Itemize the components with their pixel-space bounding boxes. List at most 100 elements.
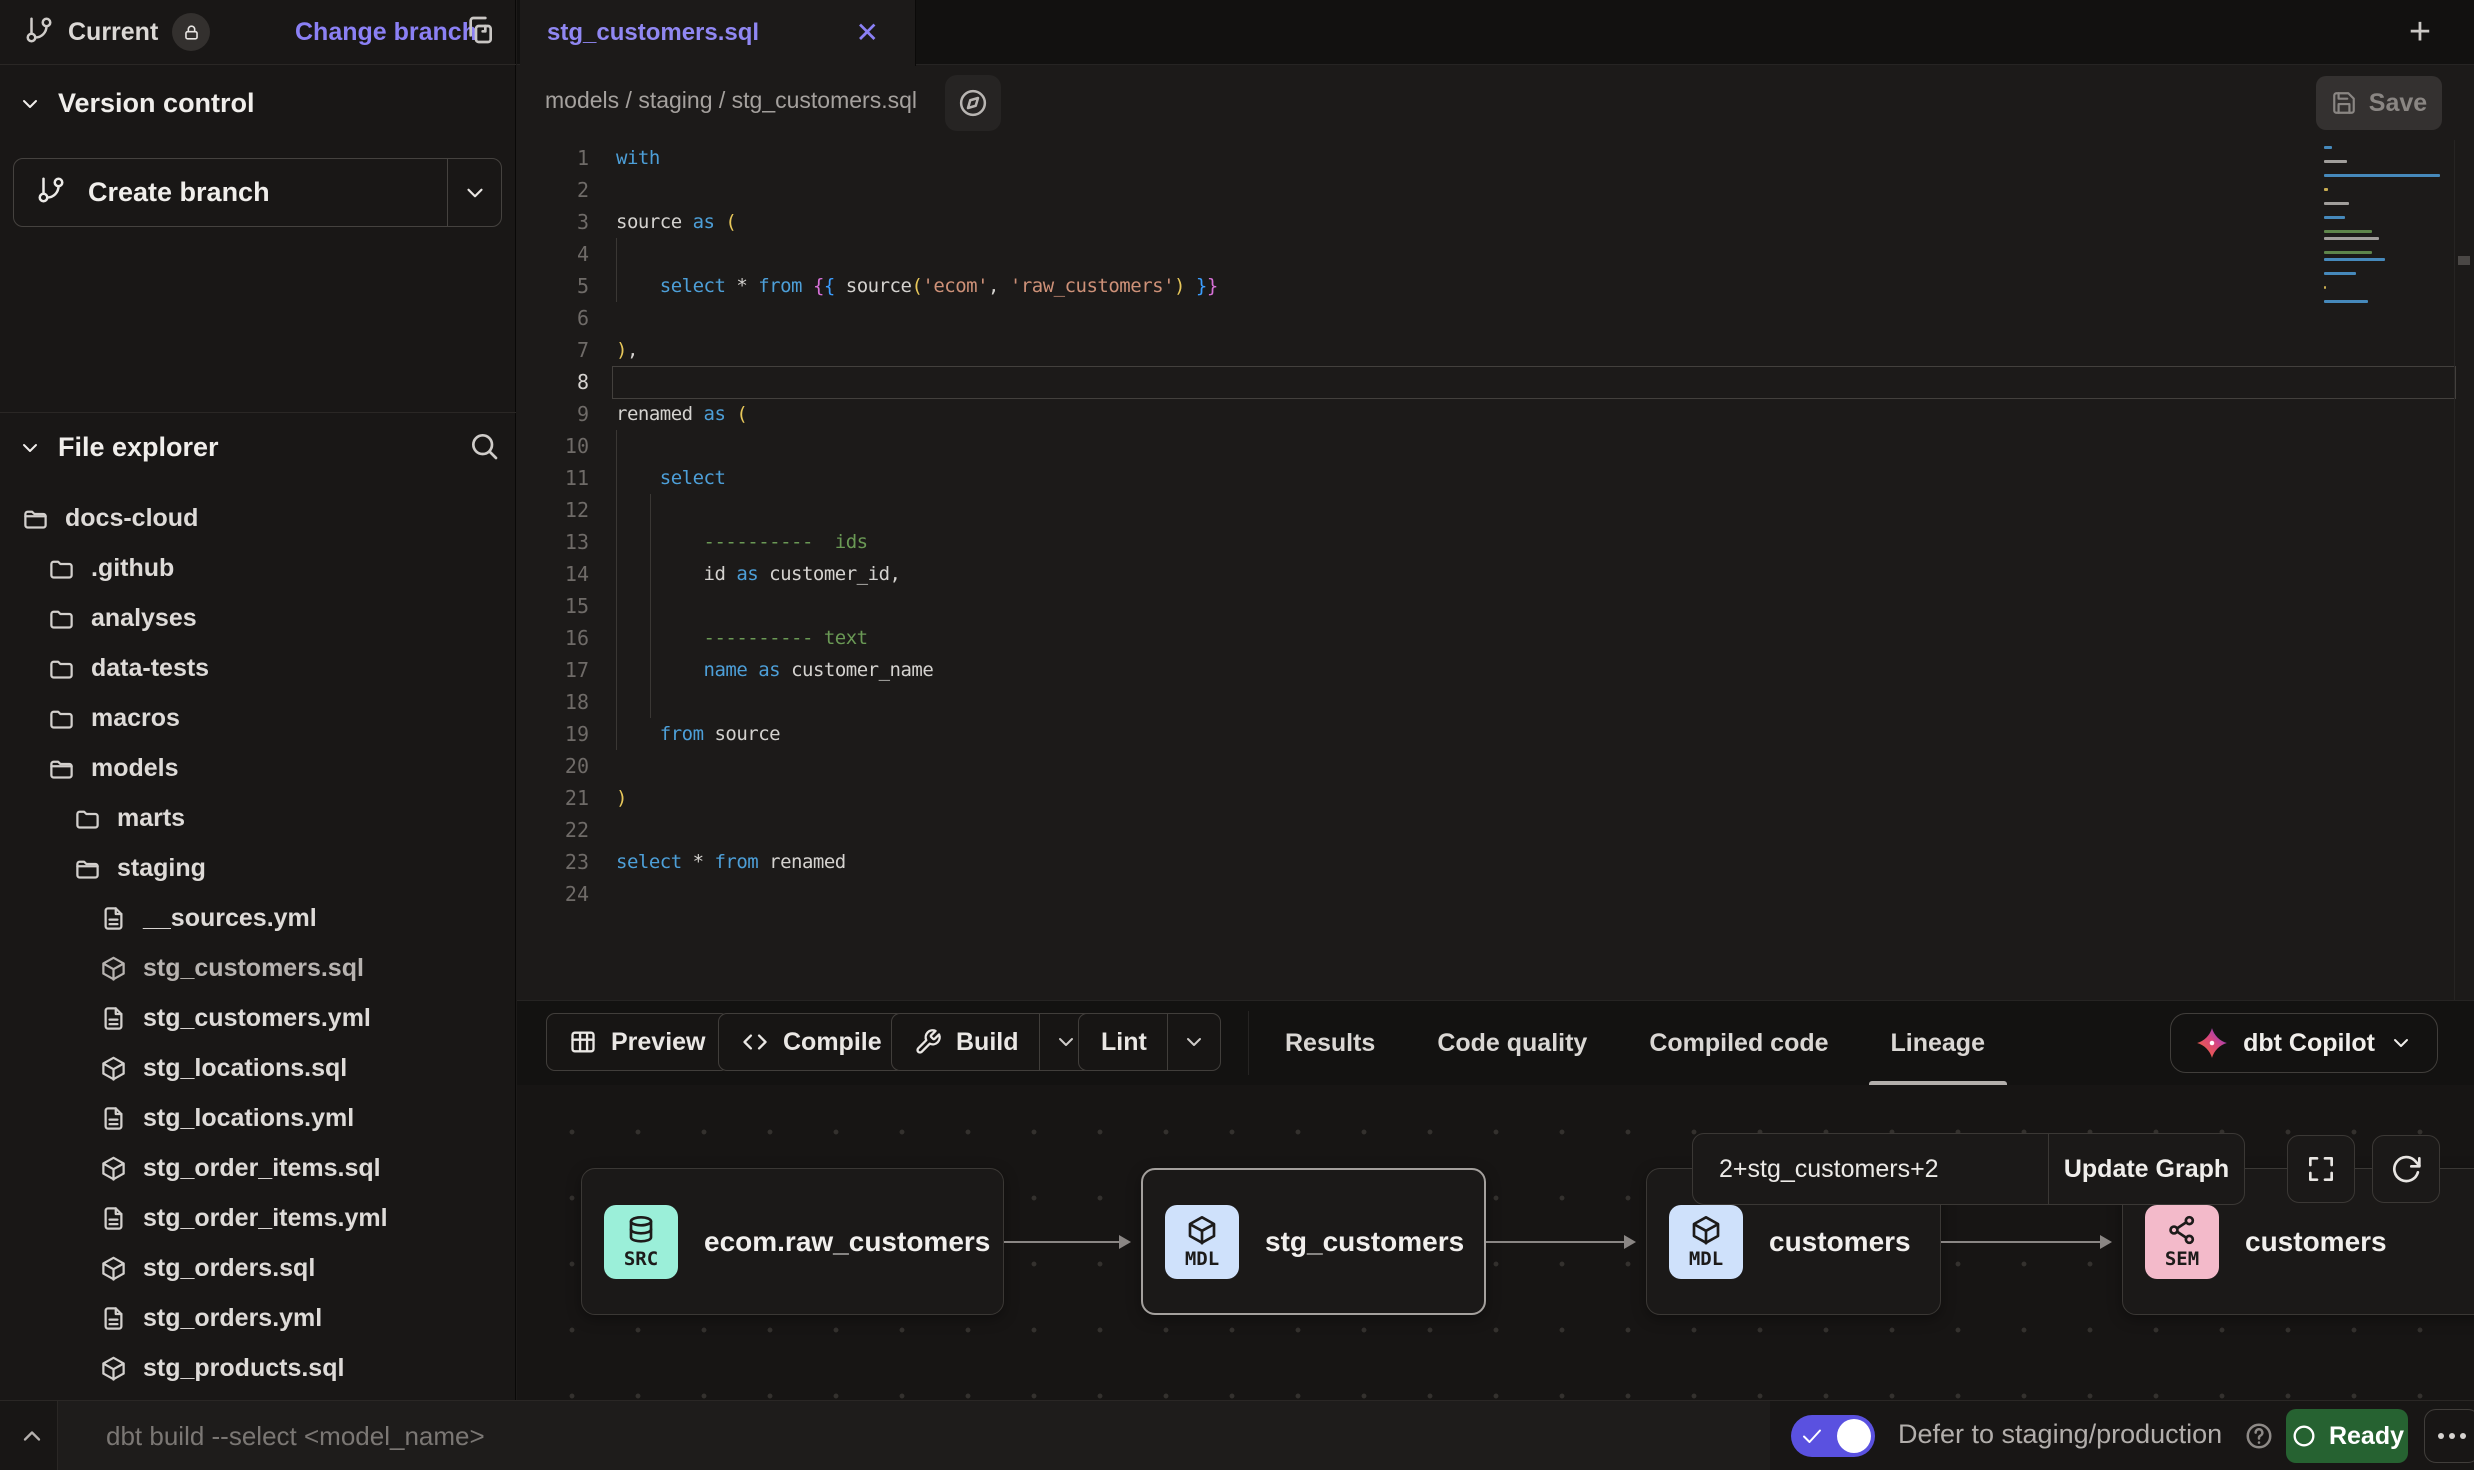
code-line-24[interactable]: 24 xyxy=(517,878,2474,910)
lineage-node-ecom-raw-customers-src[interactable]: SRCecom.raw_customers xyxy=(581,1168,1004,1315)
file-explorer-section-header[interactable]: File explorer xyxy=(18,432,219,463)
code-line-19[interactable]: 19 from source xyxy=(517,718,2474,750)
lineage-selector-input[interactable]: 2+stg_customers+2 xyxy=(1693,1134,2048,1204)
tree-item-stg-locations-yml[interactable]: stg_locations.yml xyxy=(0,1093,516,1143)
tree-item-stg-order-items-yml[interactable]: stg_order_items.yml xyxy=(0,1193,516,1243)
lint-button[interactable]: Lint xyxy=(1078,1013,1221,1071)
code-line-2[interactable]: 2 xyxy=(517,174,2474,206)
more-options-button[interactable] xyxy=(2424,1409,2474,1463)
file-icon xyxy=(100,1305,127,1332)
tree-item-stg-locations-sql[interactable]: stg_locations.sql xyxy=(0,1043,516,1093)
code-line-11[interactable]: 11 select xyxy=(517,462,2474,494)
panel-tab-results[interactable]: Results xyxy=(1285,1001,1375,1085)
folder-icon xyxy=(74,855,101,882)
tree-item-docs-cloud[interactable]: docs-cloud xyxy=(0,493,516,543)
panel-tab-compiled-code[interactable]: Compiled code xyxy=(1649,1001,1828,1085)
code-line-14[interactable]: 14 id as customer_id, xyxy=(517,558,2474,590)
tree-item-macros[interactable]: macros xyxy=(0,693,516,743)
code-line-4[interactable]: 4 xyxy=(517,238,2474,270)
expand-command-bar-chevron[interactable] xyxy=(14,1418,50,1454)
command-input[interactable]: dbt build --select <model_name> xyxy=(57,1401,1770,1470)
code-line-9[interactable]: 9renamed as ( xyxy=(517,398,2474,430)
tree-item-stg-customers-yml[interactable]: stg_customers.yml xyxy=(0,993,516,1043)
tree-item--github[interactable]: .github xyxy=(0,543,516,593)
code-line-15[interactable]: 15 xyxy=(517,590,2474,622)
code-line-10[interactable]: 10 xyxy=(517,430,2474,462)
code-line-22[interactable]: 22 xyxy=(517,814,2474,846)
copy-branch-icon[interactable] xyxy=(464,14,496,51)
minimap[interactable] xyxy=(2324,146,2448,314)
version-control-section-header[interactable]: Version control xyxy=(18,88,255,119)
code-line-7[interactable]: 7), xyxy=(517,334,2474,366)
save-button[interactable]: Save xyxy=(2316,76,2442,130)
tab-strip: stg_customers.sql ✕ + xyxy=(517,0,2474,65)
model-icon xyxy=(100,955,127,982)
code-line-17[interactable]: 17 name as customer_name xyxy=(517,654,2474,686)
tree-item-models[interactable]: models xyxy=(0,743,516,793)
code-line-12[interactable]: 12 xyxy=(517,494,2474,526)
tab-close-icon[interactable]: ✕ xyxy=(856,19,879,47)
network-badge-icon: SEM xyxy=(2145,1205,2219,1279)
tree-item-stg-customers-sql[interactable]: stg_customers.sql xyxy=(0,943,516,993)
build-dropdown[interactable] xyxy=(1039,1014,1078,1070)
code-line-21[interactable]: 21) xyxy=(517,782,2474,814)
ide-status-badge[interactable]: Ready xyxy=(2286,1409,2408,1463)
code-text: from source xyxy=(616,723,780,745)
code-line-16[interactable]: 16 ---------- text xyxy=(517,622,2474,654)
code-line-23[interactable]: 23select * from renamed xyxy=(517,846,2474,878)
minimap-line xyxy=(2324,202,2349,205)
tree-item-staging[interactable]: staging xyxy=(0,843,516,893)
new-tab-button[interactable]: + xyxy=(2396,8,2444,56)
compass-icon[interactable] xyxy=(945,75,1001,131)
build-button[interactable]: Build xyxy=(891,1013,1093,1071)
code-line-3[interactable]: 3source as ( xyxy=(517,206,2474,238)
code-line-20[interactable]: 20 xyxy=(517,750,2474,782)
tree-item-analyses[interactable]: analyses xyxy=(0,593,516,643)
lineage-edge-arrow xyxy=(1004,1241,1129,1243)
create-branch-dropdown[interactable] xyxy=(447,159,501,226)
file-tree: docs-cloud.github analyses data-testsmacro… xyxy=(0,493,516,1393)
panel-tab-code-quality[interactable]: Code quality xyxy=(1437,1001,1587,1085)
panel-tab-lineage[interactable]: Lineage xyxy=(1891,1001,1985,1085)
line-number: 16 xyxy=(517,626,613,650)
line-number: 20 xyxy=(517,754,613,778)
tree-item-data-tests[interactable]: data-tests xyxy=(0,643,516,693)
code-line-8[interactable]: 8 xyxy=(517,366,2474,398)
code-text: id as customer_id, xyxy=(616,563,900,585)
branch-header: Current Change branch xyxy=(0,0,516,65)
dbt-copilot-button[interactable]: dbt Copilot xyxy=(2170,1013,2438,1073)
help-icon[interactable] xyxy=(2244,1421,2274,1456)
minimap-line xyxy=(2324,286,2326,289)
create-branch-button[interactable]: Create branch xyxy=(13,158,502,227)
tree-item-stg-products-sql[interactable]: stg_products.sql xyxy=(0,1343,516,1393)
code-line-5[interactable]: 5 select * from {{ source('ecom', 'raw_c… xyxy=(517,270,2474,302)
preview-button[interactable]: Preview xyxy=(546,1013,729,1071)
folder-icon xyxy=(48,655,75,682)
tree-item-stg-order-items-sql[interactable]: stg_order_items.sql xyxy=(0,1143,516,1193)
dbt-cloud-ide: Current Change branch Version control Cr… xyxy=(0,0,2474,1470)
code-line-13[interactable]: 13 ---------- ids xyxy=(517,526,2474,558)
current-branch-label: Current xyxy=(68,18,158,47)
defer-toggle[interactable] xyxy=(1791,1415,1875,1457)
change-branch-link[interactable]: Change branch xyxy=(295,18,477,47)
lineage-node-stg-customers-mdl[interactable]: MDLstg_customers xyxy=(1141,1168,1486,1315)
code-line-1[interactable]: 1with xyxy=(517,142,2474,174)
file-search-icon[interactable] xyxy=(468,430,500,467)
code-editor[interactable]: 1with23source as (45 select * from {{ so… xyxy=(517,140,2474,1000)
fullscreen-button[interactable] xyxy=(2287,1135,2355,1203)
tree-item-stg-orders-yml[interactable]: stg_orders.yml xyxy=(0,1293,516,1343)
refresh-button[interactable] xyxy=(2372,1135,2440,1203)
tab-stg-customers-sql[interactable]: stg_customers.sql ✕ xyxy=(520,0,916,66)
folder-icon xyxy=(48,705,75,732)
tree-item-marts[interactable]: marts xyxy=(0,793,516,843)
update-graph-button[interactable]: Update Graph xyxy=(2048,1134,2244,1204)
tree-item--sources-yml[interactable]: __sources.yml xyxy=(0,893,516,943)
tree-item-stg-orders-sql[interactable]: stg_orders.sql xyxy=(0,1243,516,1293)
code-line-18[interactable]: 18 xyxy=(517,686,2474,718)
compile-button[interactable]: Compile xyxy=(718,1013,905,1071)
code-line-6[interactable]: 6 xyxy=(517,302,2474,334)
database-badge-icon: SRC xyxy=(604,1205,678,1279)
tree-item-label: analyses xyxy=(91,604,197,633)
scrollbar-thumb[interactable] xyxy=(2458,256,2470,265)
lint-dropdown[interactable] xyxy=(1167,1014,1206,1070)
